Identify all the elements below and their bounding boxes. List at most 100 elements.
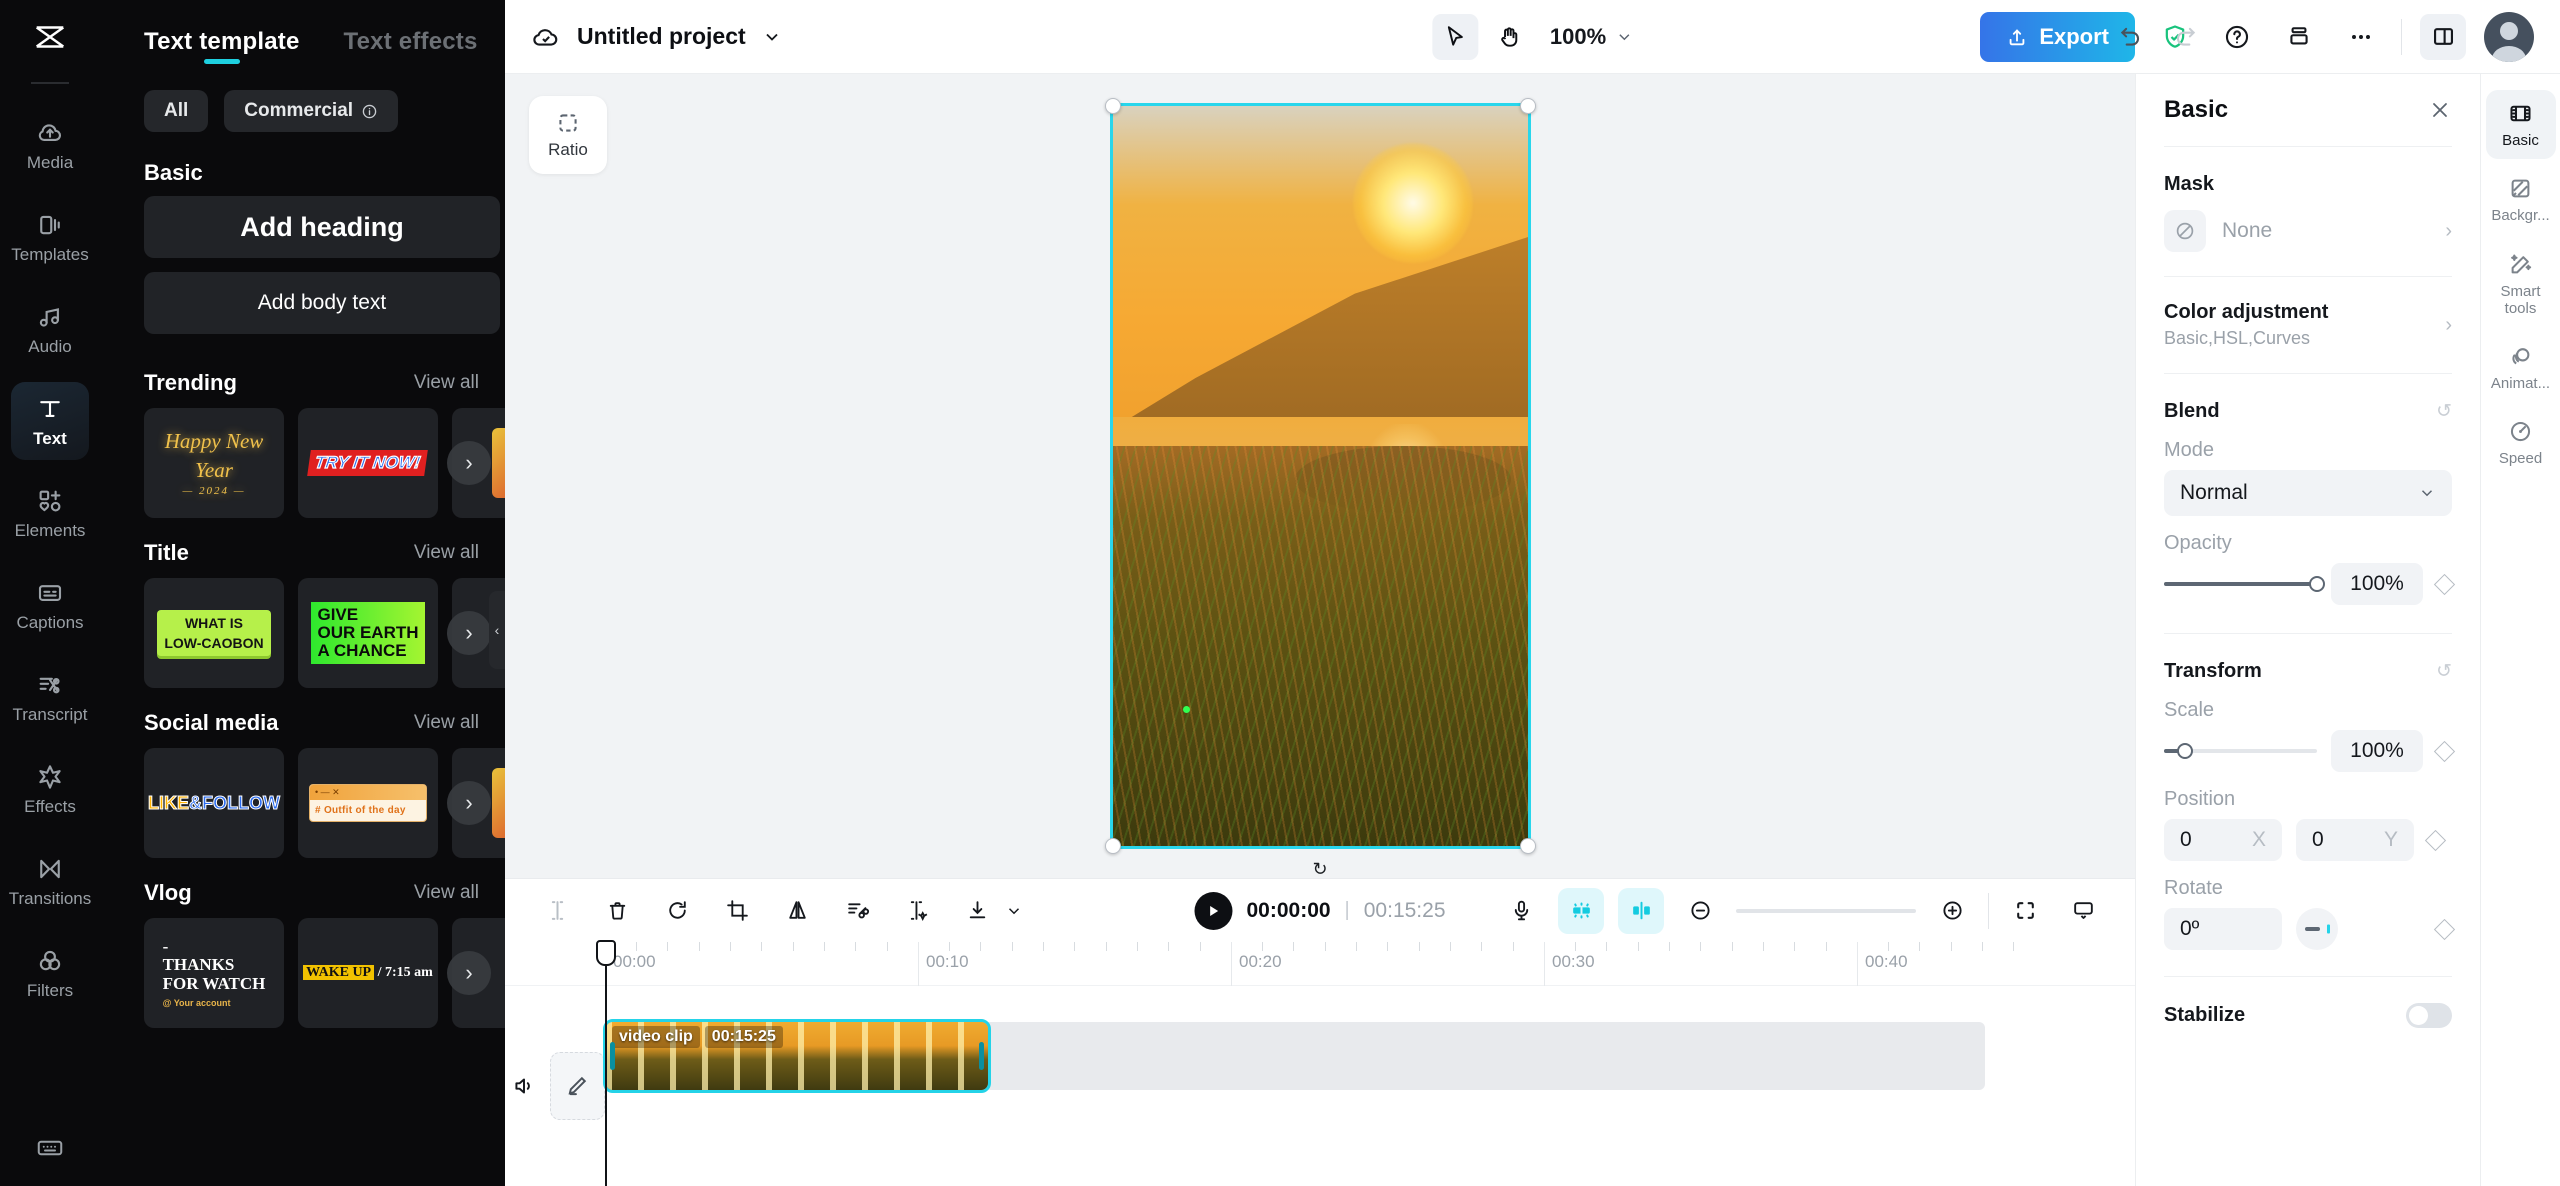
tab-basic[interactable]: Basic	[2485, 90, 2556, 160]
sidebar-item-effects[interactable]: Effects	[11, 750, 89, 828]
position-x-input[interactable]: 0 X	[2164, 819, 2282, 861]
section-social-view-all[interactable]: View all	[414, 712, 479, 734]
redo-button[interactable]	[2163, 15, 2207, 59]
cut-button[interactable]	[835, 889, 879, 933]
template-card[interactable]: - THANKS FOR WATCH @ Your account	[144, 918, 284, 1028]
section-vlog-view-all[interactable]: View all	[414, 882, 479, 904]
opacity-slider[interactable]	[2164, 576, 2325, 592]
color-adjustment-row[interactable]: Color adjustment Basic,HSL,Curves ›	[2164, 301, 2452, 349]
template-card[interactable]: TRY IT NOW!	[298, 408, 438, 518]
monitor-button[interactable]	[2061, 889, 2105, 933]
mask-selector[interactable]: None ›	[2164, 210, 2452, 252]
template-card[interactable]: LIKE&FOLLOW	[144, 748, 284, 858]
close-icon[interactable]	[2428, 98, 2452, 122]
resize-handle-bottom-right[interactable]	[1519, 838, 1536, 854]
split-button[interactable]	[535, 889, 579, 933]
sidebar-item-captions[interactable]: Captions	[11, 566, 89, 644]
avatar[interactable]	[2484, 11, 2534, 62]
section-title-view-all[interactable]: View all	[414, 542, 479, 564]
template-card[interactable]: • — ✕ # Outfit of the day	[298, 748, 438, 858]
sidebar-item-elements[interactable]: Elements	[11, 474, 89, 552]
zoom-in-button[interactable]	[1930, 889, 1974, 933]
hand-tool-button[interactable]	[1486, 14, 1532, 60]
sidebar-item-audio[interactable]: Audio	[11, 290, 89, 368]
video-stage[interactable]: ↻	[1104, 98, 1536, 879]
template-card[interactable]: Happy New Year — 2024 —	[144, 408, 284, 518]
chip-all[interactable]: All	[144, 90, 209, 132]
sidebar-item-media[interactable]: Media	[11, 106, 89, 184]
keyframe-diamond-icon[interactable]	[2424, 829, 2447, 851]
sidebar-item-templates[interactable]: Templates	[11, 198, 89, 276]
tab-text-effects[interactable]: Text effects	[322, 28, 500, 74]
fit-to-screen-button[interactable]	[2003, 889, 2047, 933]
ratio-button[interactable]: Ratio	[529, 96, 607, 174]
section-trending-next-arrow[interactable]: ›	[447, 441, 491, 485]
mirror-button[interactable]	[775, 889, 819, 933]
track-edit-button[interactable]	[549, 1052, 605, 1120]
position-y-input[interactable]: 0 Y	[2296, 819, 2414, 861]
section-trending-view-all[interactable]: View all	[414, 372, 479, 394]
timeline-clip[interactable]: video clip 00:15:25	[603, 1019, 991, 1093]
keyframe-diamond-icon[interactable]	[2433, 740, 2456, 762]
download-button[interactable]	[955, 889, 999, 933]
project-info[interactable]: Untitled project	[531, 22, 782, 52]
app-logo[interactable]	[0, 0, 100, 74]
video-preview-frame[interactable]	[1109, 103, 1531, 849]
add-heading-button[interactable]: Add heading	[144, 196, 500, 258]
chevron-down-icon[interactable]	[1005, 902, 1023, 920]
clip-trim-handle-right[interactable]	[979, 1042, 984, 1070]
add-body-text-button[interactable]: Add body text	[144, 272, 500, 334]
playhead[interactable]	[596, 940, 616, 1186]
microphone-button[interactable]	[1498, 888, 1544, 934]
resize-handle-bottom-left[interactable]	[1104, 838, 1121, 854]
chevron-down-icon[interactable]	[762, 27, 782, 47]
section-social-next-arrow[interactable]: ›	[447, 781, 491, 825]
keyframe-diamond-icon[interactable]	[2433, 573, 2456, 595]
stabilize-toggle[interactable]	[2406, 1003, 2452, 1028]
rotate-handle[interactable]: ↻	[1312, 859, 1327, 880]
section-title-next-arrow[interactable]: ›	[447, 611, 491, 655]
auto-adjust-button[interactable]	[1558, 887, 1604, 934]
playhead-handle[interactable]	[596, 940, 616, 966]
section-vlog-next-arrow[interactable]: ›	[447, 951, 491, 995]
clip-trim-handle-left[interactable]	[610, 1042, 615, 1070]
template-card[interactable]: GIVE OUR EARTH A CHANCE	[298, 578, 438, 688]
keyboard-shortcuts-button[interactable]	[35, 1133, 65, 1168]
rotate-value-input[interactable]: 0º	[2164, 908, 2282, 950]
zoom-level-selector[interactable]: 100%	[1550, 24, 1633, 50]
play-button[interactable]	[1194, 891, 1233, 930]
reset-icon[interactable]: ↺	[2436, 400, 2452, 423]
scale-slider[interactable]	[2164, 743, 2317, 759]
sidebar-item-text[interactable]: Text	[11, 382, 89, 460]
crop-button[interactable]	[715, 889, 759, 933]
layers-button[interactable]	[2277, 15, 2321, 59]
more-options-button[interactable]	[2339, 15, 2383, 59]
tab-background[interactable]: Backgr...	[2486, 165, 2556, 234]
opacity-value-input[interactable]: 100%	[2331, 563, 2423, 605]
timeline-ruler[interactable]: 00:00 00:10 00:20 00:30 00:40	[505, 942, 2135, 986]
tab-speed[interactable]: Speed	[2486, 408, 2556, 477]
tab-smart-tools[interactable]: Smart tools	[2486, 241, 2556, 328]
reset-icon[interactable]: ↺	[2436, 660, 2452, 683]
panel-toggle-button[interactable]	[2420, 13, 2466, 60]
reverse-button[interactable]	[655, 889, 699, 933]
sidebar-item-transitions[interactable]: Transitions	[9, 842, 91, 920]
tab-animation[interactable]: Animat...	[2486, 333, 2556, 402]
resize-handle-top-left[interactable]	[1104, 98, 1121, 114]
template-card[interactable]: WAKE UP / 7:15 am	[298, 918, 438, 1028]
keyframe-diamond-icon[interactable]	[2433, 918, 2456, 940]
track-area[interactable]: video clip 00:15:25	[603, 986, 2135, 1186]
undo-button[interactable]	[2109, 15, 2153, 59]
tab-text-template[interactable]: Text template	[122, 28, 322, 74]
track-mute-button[interactable]	[505, 1064, 544, 1108]
scale-value-input[interactable]: 100%	[2331, 730, 2423, 772]
blend-mode-select[interactable]: Normal	[2164, 470, 2452, 516]
timeline-zoom-slider[interactable]	[1736, 908, 1916, 913]
help-button[interactable]	[2215, 15, 2259, 59]
sidebar-item-filters[interactable]: Filters	[11, 934, 89, 1012]
resize-handle-top-right[interactable]	[1519, 98, 1536, 114]
select-tool-button[interactable]	[1431, 13, 1478, 60]
chip-commercial[interactable]: Commercial	[224, 90, 399, 132]
sidebar-item-transcript[interactable]: Transcript	[11, 658, 89, 736]
freeze-button[interactable]	[895, 889, 939, 933]
